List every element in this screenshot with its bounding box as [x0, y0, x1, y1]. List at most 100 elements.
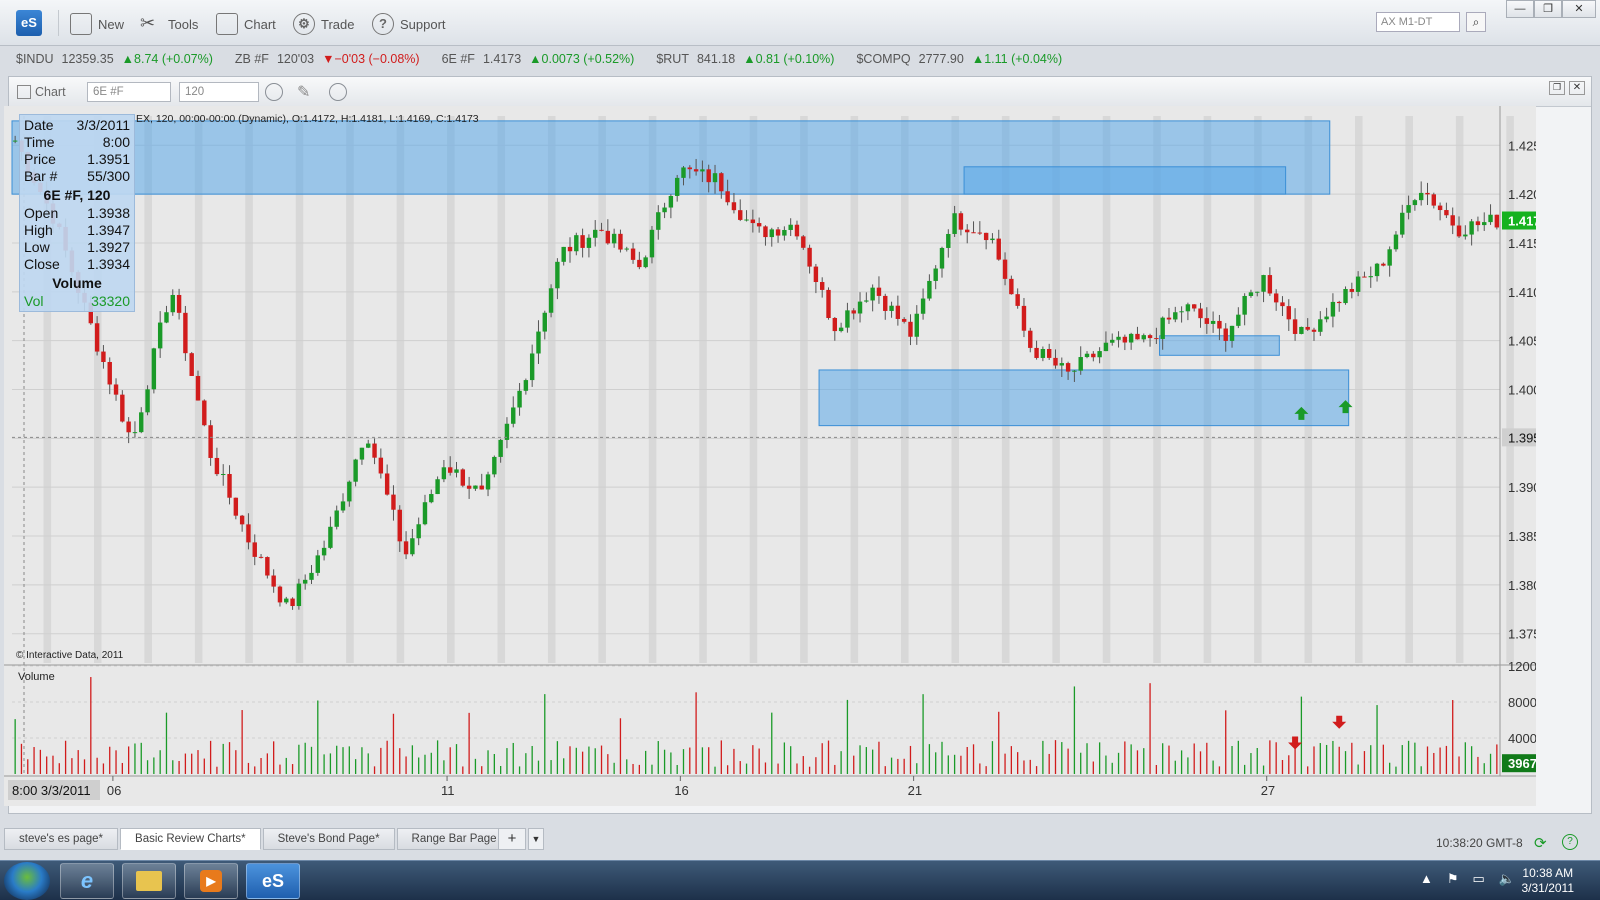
status-help-icon[interactable]: ?	[1562, 834, 1578, 850]
candle-up	[498, 439, 503, 457]
candle-up	[435, 479, 440, 495]
candle-down	[958, 213, 964, 230]
candle-down	[901, 318, 907, 322]
tab-menu-button[interactable]: ▼	[528, 828, 544, 850]
chart-header-text: EX, 120, 00:00-00:00 (Dynamic), O:1.4172…	[136, 113, 479, 125]
search-icon[interactable]: ⌕	[1466, 12, 1486, 32]
candle-up	[164, 312, 169, 323]
candle-down	[202, 400, 207, 426]
support-button[interactable]: ? Support	[372, 12, 446, 36]
candle-down	[1002, 259, 1008, 279]
price-tick-label: 1.4050	[1508, 334, 1536, 349]
candle-down	[567, 246, 573, 252]
candle-down	[94, 323, 100, 352]
candle-up	[1236, 314, 1241, 326]
volume-icon[interactable]: 🔈	[1499, 871, 1515, 887]
candle-down	[1191, 304, 1197, 309]
candle-up	[1343, 288, 1348, 304]
ticker-last: 120'03	[276, 52, 315, 66]
chart-button[interactable]: Chart	[216, 12, 276, 36]
tab-range-bar-page[interactable]: Range Bar Page	[396, 828, 512, 850]
candle-down	[258, 556, 264, 558]
last-price-label: 1.4173	[1508, 214, 1536, 229]
candle-up	[624, 248, 629, 250]
candle-down	[1122, 336, 1128, 343]
candle-up	[990, 238, 995, 241]
tools-button[interactable]: ✂ Tools	[140, 12, 198, 36]
tab-steve-s-bond-page[interactable]: Steve's Bond Page*	[262, 828, 395, 850]
taskbar-clock[interactable]: 10:38 AM 3/31/2011	[1522, 866, 1575, 896]
candle-up	[548, 288, 554, 313]
chart-area[interactable]: 1.4250 1.4200 1.4150 1.4100 1.4050 1.4000 1.39…	[4, 106, 1560, 806]
candle-down	[1034, 347, 1039, 358]
ticker-item[interactable]: 6E #F 1.4173 ▲0.0073 (+0.52%)	[442, 52, 635, 66]
restore-button[interactable]: ❐	[1534, 0, 1562, 18]
candle-down	[883, 295, 888, 311]
ticker-item[interactable]: $INDU 12359.35 ▲8.74 (+0.07%)	[16, 52, 213, 66]
candle-down	[996, 238, 1001, 260]
symbol-input[interactable]: 6E #F	[87, 82, 171, 102]
candle-down	[965, 229, 970, 233]
cursor-datetime-label: 8:00 3/3/2011	[12, 783, 91, 798]
candle-up	[284, 598, 289, 603]
esignal-icon[interactable]: eS	[246, 863, 300, 899]
candle-up	[561, 246, 566, 262]
candle-down	[1450, 215, 1455, 226]
candle-down	[1135, 333, 1140, 340]
candle-down	[466, 485, 472, 489]
time-tick-label: 11	[441, 783, 455, 798]
candle-up	[1393, 234, 1399, 250]
candle-up	[1299, 326, 1304, 334]
media-player-icon[interactable]: ▶	[184, 863, 238, 899]
interval-select[interactable]: 120	[179, 82, 259, 102]
clock-icon[interactable]	[265, 83, 283, 101]
cursor-info-box: Date 3/3/2011 Time 8:00 Price 1.3951 Bar # 5…	[19, 114, 135, 312]
time-tick-label: 27	[1261, 783, 1275, 798]
internet-explorer-icon[interactable]: e	[60, 863, 114, 899]
candle-down	[605, 230, 611, 244]
candle-up	[1097, 351, 1102, 358]
candle-up	[574, 235, 579, 252]
new-button[interactable]: New	[70, 12, 124, 36]
esignal-logo[interactable]: eS	[16, 10, 42, 36]
candle-up	[1229, 325, 1235, 341]
candle-down	[239, 515, 245, 525]
candle-up	[12, 140, 18, 142]
candle-up	[422, 502, 428, 525]
ticker-item[interactable]: $COMPQ 2777.90 ▲1.11 (+0.04%)	[856, 52, 1062, 66]
candle-up	[782, 229, 787, 236]
add-tab-button[interactable]: +	[498, 828, 526, 850]
panel-restore-icon[interactable]: ❐	[1549, 81, 1565, 95]
refresh-icon[interactable]	[329, 83, 347, 101]
folder-icon[interactable]	[122, 863, 176, 899]
pencil-icon[interactable]: ✎	[297, 82, 310, 102]
ticker-change: ▲1.11 (+0.04%)	[971, 52, 1063, 66]
candle-up	[1355, 276, 1361, 292]
candle-up	[586, 237, 592, 248]
price-chart[interactable]: 1.4250 1.4200 1.4150 1.4100 1.4050 1.4000 1.39…	[4, 106, 1560, 806]
tab-basic-review-charts[interactable]: Basic Review Charts*	[120, 828, 261, 850]
time-tick-label: 06	[107, 783, 121, 798]
start-button[interactable]	[4, 862, 50, 900]
network-icon[interactable]: ▭	[1473, 871, 1485, 887]
close-button[interactable]: ✕	[1562, 0, 1596, 18]
ticker-item[interactable]: $RUT 841.18 ▲0.81 (+0.10%)	[656, 52, 834, 66]
candle-up	[857, 301, 863, 314]
candle-down	[1311, 329, 1317, 332]
candle-down	[1456, 225, 1462, 237]
candle-down	[693, 169, 699, 172]
minimize-button[interactable]: —	[1506, 0, 1534, 18]
app-window: eS New ✂ Tools Chart ⚙ Trade ? Support A…	[0, 0, 1600, 860]
ticker-item[interactable]: ZB #F 120'03 ▼−0'03 (−0.08%)	[235, 52, 420, 66]
candle-down	[1015, 294, 1020, 306]
tray-expand-icon[interactable]: ▲	[1420, 871, 1433, 887]
candle-down	[794, 224, 800, 237]
symbol-select[interactable]: AX M1-DT	[1376, 12, 1460, 32]
flag-icon[interactable]: ⚑	[1447, 871, 1459, 887]
candle-down	[1444, 210, 1449, 216]
copyright-text: © Interactive Data, 2011	[16, 650, 124, 661]
panel-close-icon[interactable]: ✕	[1569, 81, 1585, 95]
volume-tick-label: 80000	[1508, 695, 1536, 710]
tab-steve-s-es-page[interactable]: steve's es page*	[4, 828, 119, 850]
trade-button[interactable]: ⚙ Trade	[293, 12, 354, 36]
